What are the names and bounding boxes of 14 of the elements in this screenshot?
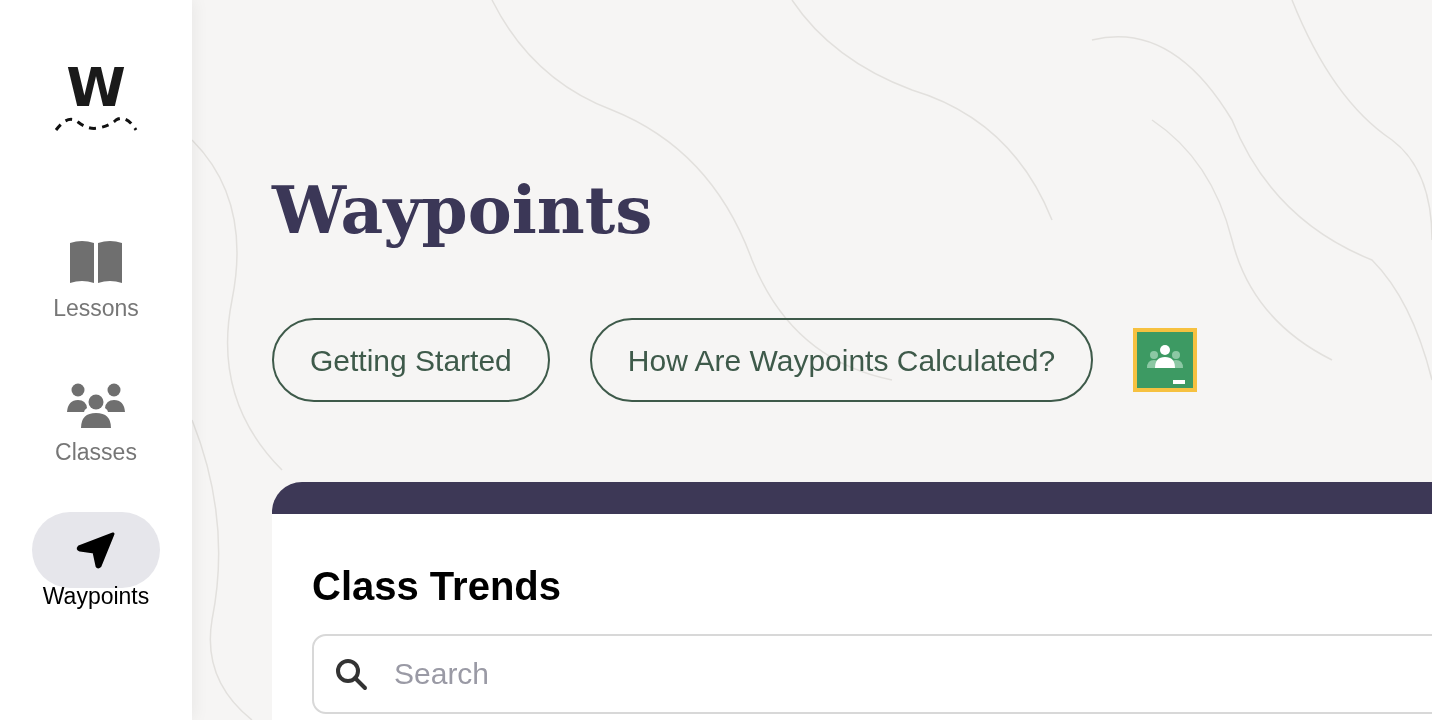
search-field[interactable]: Search bbox=[312, 634, 1432, 714]
card-title: Class Trends bbox=[312, 563, 562, 610]
logo: W bbox=[66, 66, 126, 110]
nav-item[interactable]: Lessons bbox=[32, 224, 160, 322]
dashed-trail-icon bbox=[54, 116, 138, 132]
help-link-button[interactable]: Getting Started bbox=[272, 318, 550, 402]
people-icon bbox=[66, 382, 126, 430]
nav-item[interactable]: Classes bbox=[32, 368, 160, 466]
page-title: Waypoints bbox=[272, 170, 654, 251]
search-icon bbox=[334, 657, 368, 691]
help-link-button[interactable]: How Are Waypoints Calculated? bbox=[589, 318, 1094, 402]
navigate-icon bbox=[76, 530, 116, 570]
book-icon bbox=[68, 239, 124, 285]
classroom-icon[interactable] bbox=[1133, 328, 1198, 392]
